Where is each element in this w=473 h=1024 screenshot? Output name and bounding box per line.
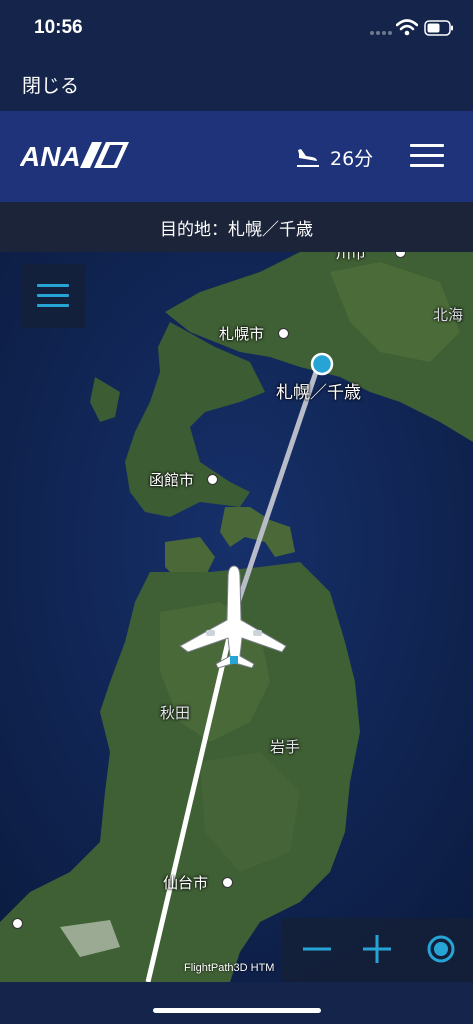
app-header: ANA 26分 — [0, 111, 473, 202]
destination-bar: 目的地：札幌／千歳 — [0, 202, 473, 252]
bottom-bar — [0, 982, 473, 1024]
home-indicator[interactable] — [153, 1008, 321, 1013]
zoom-out-icon[interactable] — [300, 932, 334, 966]
hamburger-menu-button[interactable] — [410, 144, 444, 168]
map-label-akita: 秋田 — [160, 704, 191, 722]
city-dot-west — [12, 918, 23, 929]
city-dot-sendai — [222, 877, 233, 888]
close-button[interactable]: 閉じる — [22, 71, 79, 98]
map-label-sendai: 仙台市 — [163, 874, 209, 892]
zoom-in-icon[interactable] — [360, 932, 394, 966]
map-label-sapporo: 札幌市 — [219, 325, 265, 343]
map-label-iwate: 岩手 — [270, 738, 301, 756]
map-label-hokkaido: 北海 — [433, 306, 464, 324]
status-time: 10:56 — [34, 17, 83, 38]
eta-text: 26分 — [330, 148, 374, 170]
map-menu-button[interactable] — [21, 264, 85, 328]
flight-map[interactable]: 川市 札幌市 北海 札幌／千歳 函館市 秋田 岩手 仙台市 FlightPath… — [0, 252, 473, 982]
status-bar: 10:56 — [0, 0, 473, 58]
aircraft-icon — [179, 565, 287, 668]
cellular-signal-icon — [370, 31, 392, 35]
map-label-asahikawa: 川市 — [336, 252, 367, 262]
zoom-controls — [282, 918, 473, 982]
destination-text: 目的地：札幌／千歳 — [160, 220, 313, 240]
map-label-destination: 札幌／千歳 — [276, 383, 361, 403]
wifi-icon — [396, 19, 418, 36]
airplane-landing-icon — [297, 149, 319, 167]
recenter-icon[interactable] — [424, 932, 458, 966]
close-bar: 閉じる — [0, 58, 473, 111]
map-attribution: FlightPath3D HTM — [184, 962, 275, 974]
map-label-hakodate: 函館市 — [149, 471, 195, 489]
city-dot-hakodate — [207, 474, 218, 485]
logo-text: ANA — [20, 141, 81, 172]
battery-icon — [424, 20, 453, 36]
ana-logo: ANA — [20, 141, 129, 172]
city-dot-sapporo — [278, 328, 289, 339]
